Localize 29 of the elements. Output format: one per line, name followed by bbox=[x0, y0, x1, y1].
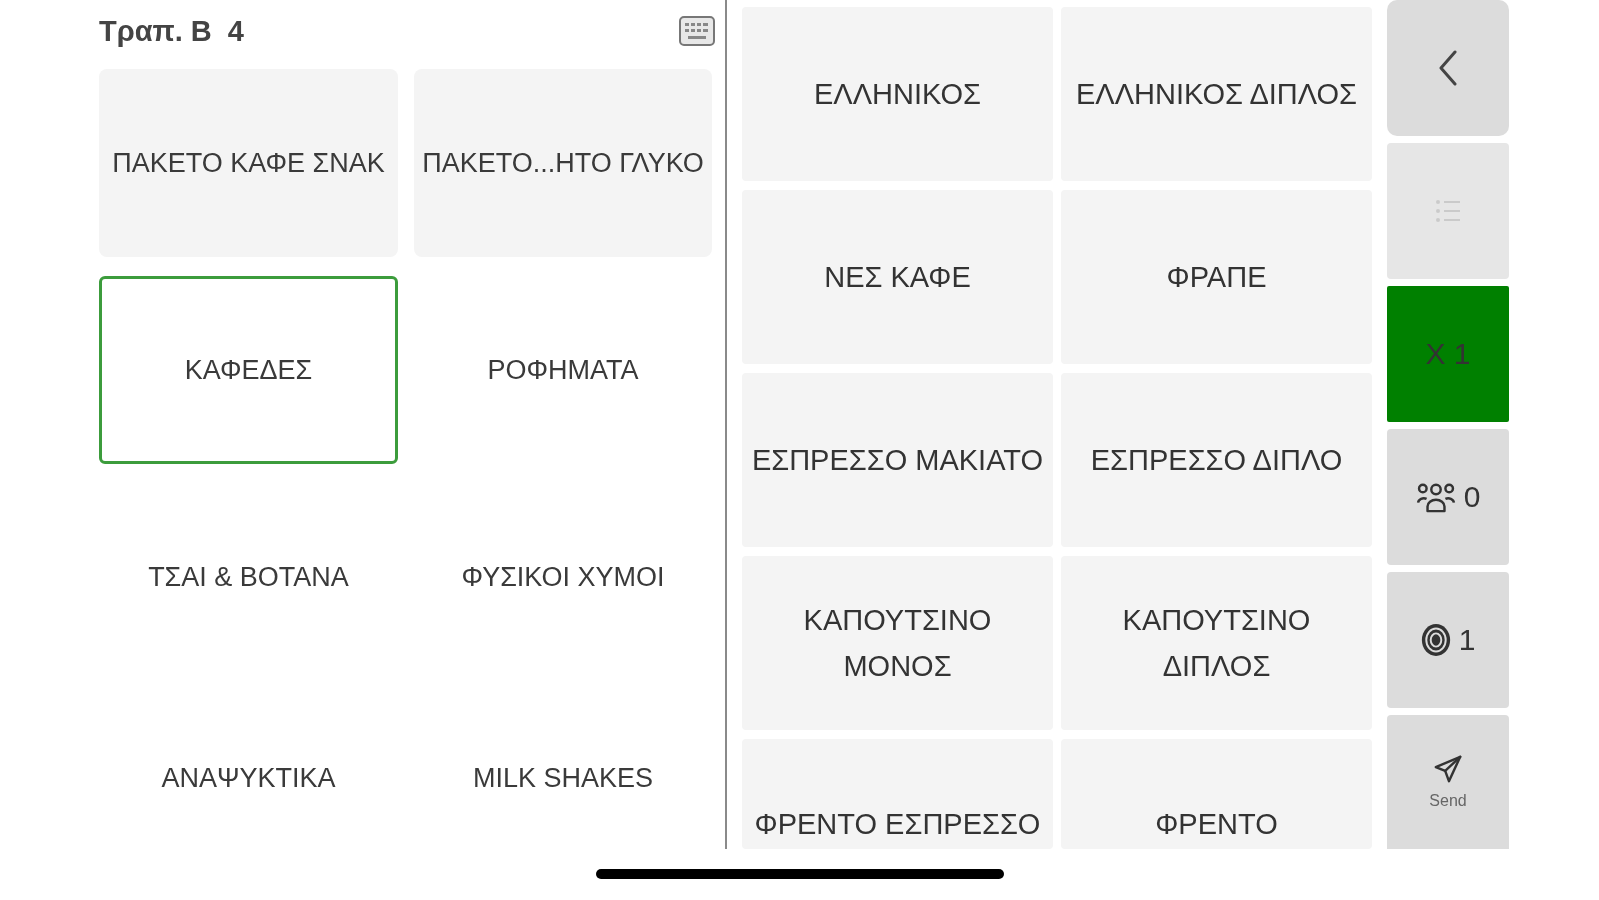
product-button[interactable]: ΝΕΣ ΚΑΦΕ bbox=[742, 190, 1053, 364]
package-button[interactable]: ΠΑΚΕΤΟ ΚΑΦΕ ΣΝΑΚ bbox=[99, 69, 398, 257]
product-button[interactable]: ΦΡΕΝΤΟ bbox=[1061, 739, 1372, 849]
paper-plane-icon bbox=[1433, 754, 1463, 784]
category-button[interactable]: ΑΝΑΨΥΚΤΙΚΑ bbox=[99, 690, 398, 866]
product-button[interactable]: ΕΛΛΗΝΙΚΟΣ bbox=[742, 7, 1053, 181]
category-button[interactable]: ΡΟΦΗΜΑΤΑ bbox=[414, 276, 712, 464]
product-button[interactable]: ΚΑΠΟΥΤΣΙΝΟ ΜΟΝΟΣ bbox=[742, 556, 1053, 730]
send-button[interactable]: Send bbox=[1387, 715, 1509, 849]
package-button[interactable]: ΠΑΚΕΤΟ...ΗΤΟ ΓΛΥΚΟ bbox=[414, 69, 712, 257]
product-button[interactable]: ΚΑΠΟΥΤΣΙΝΟ ΔΙΠΛΟΣ bbox=[1061, 556, 1372, 730]
category-button[interactable]: ΚΑΦΕΔΕΣ bbox=[99, 276, 398, 464]
product-button[interactable]: ΕΣΠΡΕΣΣΟ ΔΙΠΛΟ bbox=[1061, 373, 1372, 547]
product-button[interactable]: ΦΡΑΠΕ bbox=[1061, 190, 1372, 364]
product-button[interactable]: ΕΣΠΡΕΣΣΟ ΜΑΚΙΑΤΟ bbox=[742, 373, 1053, 547]
product-button[interactable]: ΕΛΛΗΝΙΚΟΣ ΔΙΠΛΟΣ bbox=[1061, 7, 1372, 181]
category-button[interactable]: ΦΥΣΙΚΟΙ ΧΥΜΟΙ bbox=[414, 483, 712, 671]
people-icon bbox=[1415, 481, 1456, 513]
table-title: Τραπ. Β 4 bbox=[99, 14, 244, 49]
keyboard-icon[interactable] bbox=[679, 16, 715, 46]
list-icon bbox=[1435, 198, 1461, 224]
category-button[interactable]: MILK SHAKES bbox=[414, 690, 712, 866]
product-button[interactable]: ΦΡΕΝΤΟ ΕΣΠΡΕΣΣΟ bbox=[742, 739, 1053, 849]
back-button[interactable] bbox=[1387, 0, 1509, 136]
concentric-rings-icon bbox=[1420, 623, 1451, 657]
category-button[interactable]: ΤΣΑΙ & ΒΟΤΑΝΑ bbox=[99, 483, 398, 671]
guests-button[interactable]: 0 bbox=[1387, 429, 1509, 565]
coins-button[interactable]: 1 bbox=[1387, 572, 1509, 708]
chevron-left-icon bbox=[1438, 50, 1458, 86]
